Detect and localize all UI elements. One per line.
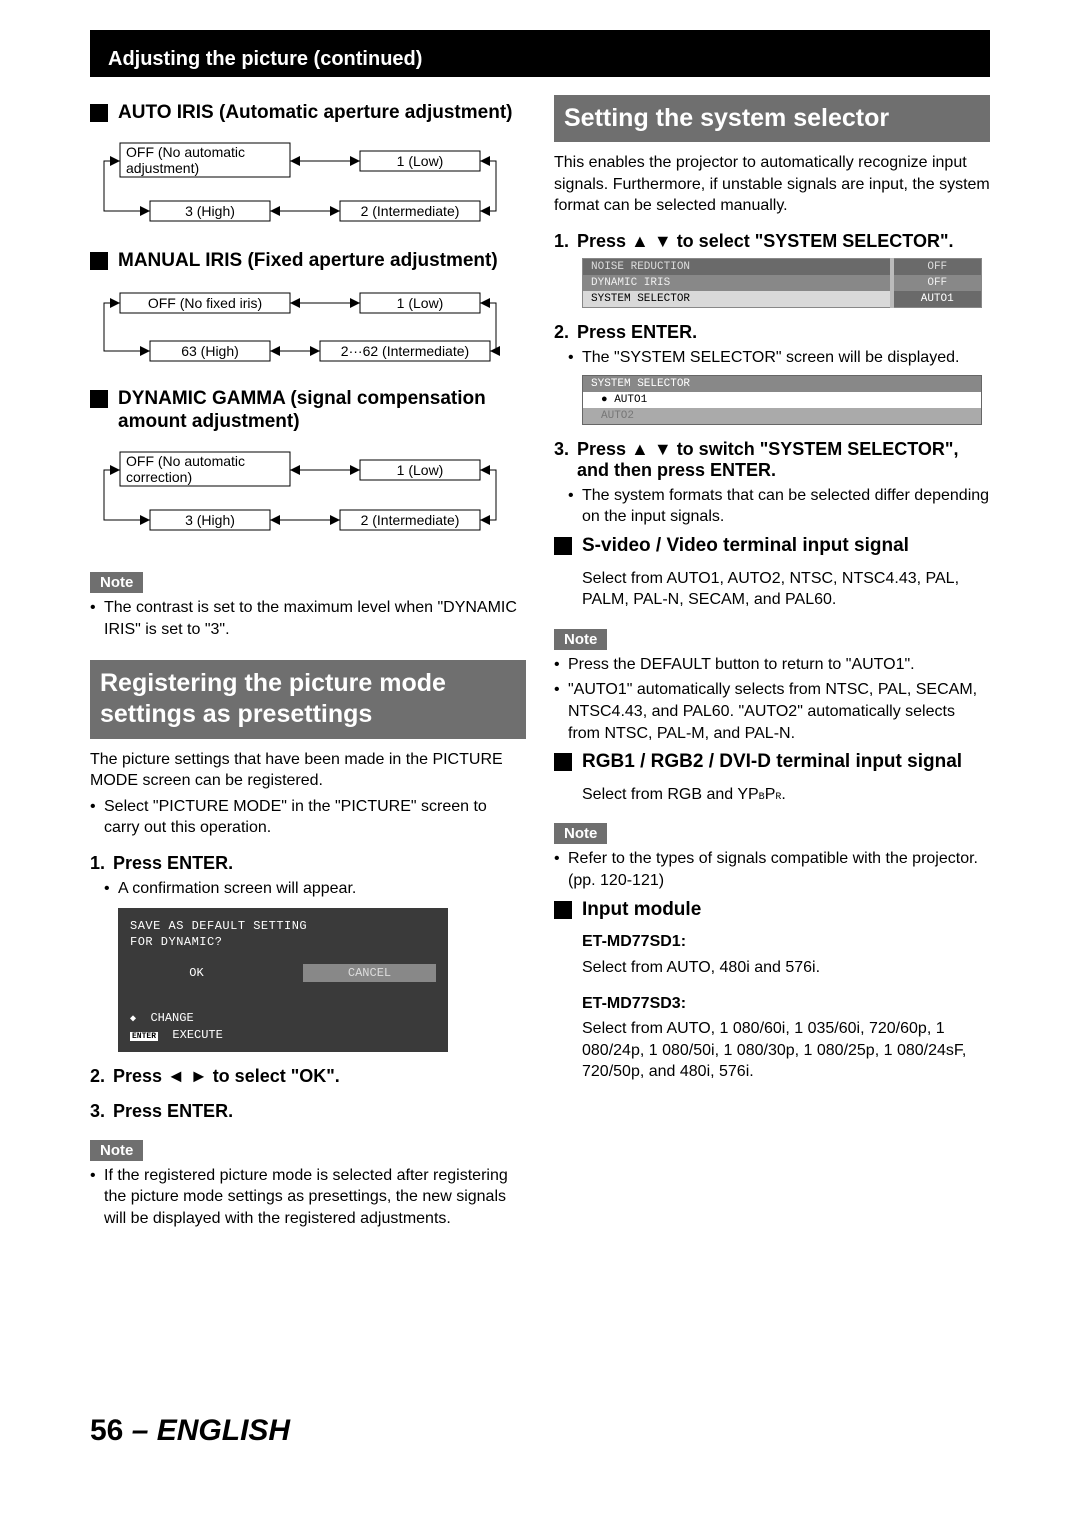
svg-text:3 (High): 3 (High)	[185, 512, 235, 528]
svg-text:adjustment): adjustment)	[126, 160, 199, 176]
page-footer: 56 – ENGLISH	[90, 1414, 990, 1448]
bar-system-selector: Setting the system selector	[554, 95, 990, 142]
diagram-dynamic-gamma: OFF (No automatic correction) 1 (Low) 3 …	[90, 444, 526, 544]
sel-panel-auto1[interactable]: ● AUTO1	[583, 392, 981, 408]
svg-text:2 (Intermediate): 2 (Intermediate)	[361, 203, 460, 219]
svg-text:3 (High): 3 (High)	[185, 203, 235, 219]
heading-dynamic-gamma: DYNAMIC GAMMA (signal compensation amoun…	[90, 387, 526, 435]
left-column: AUTO IRIS (Automatic aperture adjustment…	[90, 95, 526, 1234]
page-header: Adjusting the picture (continued)	[90, 30, 990, 77]
sys-step-2-sub: The "SYSTEM SELECTOR" screen will be dis…	[554, 347, 990, 369]
page-language: ENGLISH	[157, 1414, 290, 1447]
sys-step-1: 1. Press ▲ ▼ to select "SYSTEM SELECTOR"…	[554, 231, 990, 252]
heading-input-module: Input module	[554, 898, 990, 922]
svg-text:2···62 (Intermediate): 2···62 (Intermediate)	[341, 343, 469, 359]
register-intro-bullet: Select "PICTURE MODE" in the "PICTURE" s…	[90, 796, 526, 839]
note-label-2: Note	[90, 1140, 143, 1161]
sel-panel-auto2[interactable]: AUTO2	[583, 408, 981, 424]
page-title: Adjusting the picture (continued)	[108, 48, 422, 70]
note-list: The contrast is set to the maximum level…	[90, 597, 526, 640]
svg-text:63 (High): 63 (High)	[181, 343, 239, 359]
sel-panel-header: SYSTEM SELECTOR	[583, 376, 981, 392]
rgb-note: Refer to the types of signals compatible…	[554, 848, 990, 891]
sys-intro: This enables the projector to automatica…	[554, 152, 990, 217]
svg-text:1 (Low): 1 (Low)	[397, 153, 444, 169]
heading-svideo: S-video / Video terminal input signal	[554, 534, 990, 558]
page-number: 56	[90, 1414, 123, 1447]
note-list-2: If the registered picture mode is select…	[90, 1165, 526, 1230]
mod1-name: ET-MD77SD1:	[554, 931, 990, 953]
svg-text:correction): correction)	[126, 469, 192, 485]
note-text: The contrast is set to the maximum level…	[104, 597, 526, 640]
register-intro: The picture settings that have been made…	[90, 749, 526, 792]
svg-text:OFF (No automatic: OFF (No automatic	[126, 144, 245, 160]
svideo-body: Select from AUTO1, AUTO2, NTSC, NTSC4.43…	[554, 568, 990, 611]
note-label-svideo: Note	[554, 629, 607, 650]
panel-cancel-button[interactable]: CANCEL	[303, 964, 436, 982]
panel-line1: SAVE AS DEFAULT SETTING	[130, 918, 436, 934]
mod2-name: ET-MD77SD3:	[554, 993, 990, 1015]
bar-registering: Registering the picture mode settings as…	[90, 660, 526, 739]
step-1-sub: A confirmation screen will appear.	[90, 878, 526, 900]
heading-manual-iris: MANUAL IRIS (Fixed aperture adjustment)	[90, 249, 526, 273]
diagram-auto-iris: OFF (No automatic adjustment) 1 (Low) 3 …	[90, 135, 526, 235]
panel-line2: FOR DYNAMIC?	[130, 934, 436, 950]
panel-execute-hint: ENTER EXECUTE	[130, 1027, 436, 1044]
rgb-body: Select from RGB and YPBPR.	[554, 784, 990, 806]
heading-rgb: RGB1 / RGB2 / DVI-D terminal input signa…	[554, 750, 990, 774]
svg-text:OFF (No automatic: OFF (No automatic	[126, 453, 245, 469]
note-label: Note	[90, 572, 143, 593]
svg-text:1 (Low): 1 (Low)	[397, 462, 444, 478]
confirmation-panel: SAVE AS DEFAULT SETTING FOR DYNAMIC? OK …	[118, 908, 448, 1052]
step-1: 1. Press ENTER.	[90, 853, 526, 874]
diagram-manual-iris: OFF (No fixed iris) 1 (Low) 63 (High) 2·…	[90, 283, 526, 373]
menu-row-system-selector[interactable]: SYSTEM SELECTORAUTO1	[583, 291, 982, 308]
panel-change-hint: ◆ CHANGE	[130, 1010, 436, 1027]
right-column: Setting the system selector This enables…	[554, 95, 990, 1234]
menu-row-dynamic-iris: DYNAMIC IRISOFF	[583, 275, 982, 291]
svg-text:1 (Low): 1 (Low)	[397, 295, 444, 311]
heading-auto-iris: AUTO IRIS (Automatic aperture adjustment…	[90, 101, 526, 125]
panel-ok-button[interactable]: OK	[130, 964, 263, 982]
system-menu: NOISE REDUCTIONOFF DYNAMIC IRISOFF SYSTE…	[582, 258, 982, 308]
menu-row-noise: NOISE REDUCTIONOFF	[583, 259, 982, 276]
sys-step-3-sub: The system formats that can be selected …	[554, 485, 990, 528]
svg-text:2 (Intermediate): 2 (Intermediate)	[361, 512, 460, 528]
svg-text:OFF (No fixed iris): OFF (No fixed iris)	[148, 295, 262, 311]
svideo-notes: Press the DEFAULT button to return to "A…	[554, 654, 990, 744]
mod1-body: Select from AUTO, 480i and 576i.	[554, 957, 990, 979]
mod2-body: Select from AUTO, 1 080/60i, 1 035/60i, …	[554, 1018, 990, 1083]
content-columns: AUTO IRIS (Automatic aperture adjustment…	[90, 95, 990, 1234]
sys-step-3: 3. Press ▲ ▼ to switch "SYSTEM SELECTOR"…	[554, 439, 990, 481]
system-selector-panel: SYSTEM SELECTOR ● AUTO1 AUTO2	[582, 375, 982, 425]
sys-step-2: 2. Press ENTER.	[554, 322, 990, 343]
note-label-rgb: Note	[554, 823, 607, 844]
step-3: 3. Press ENTER.	[90, 1101, 526, 1122]
step-2: 2. Press ◄ ► to select "OK".	[90, 1066, 526, 1087]
